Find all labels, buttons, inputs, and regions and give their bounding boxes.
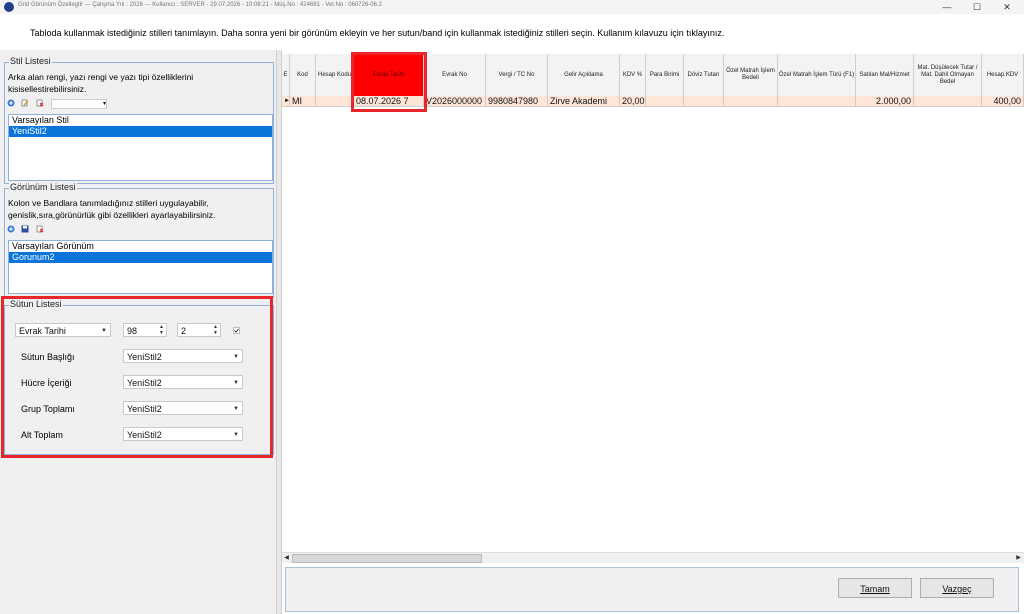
col-header-kod[interactable]: Kod bbox=[290, 54, 316, 96]
cell-doviz-tutari[interactable] bbox=[684, 96, 724, 106]
delete-view-icon[interactable] bbox=[36, 225, 44, 233]
view-item-gorunum2[interactable]: Gorunum2 bbox=[9, 252, 272, 263]
view-listbox[interactable]: Varsayılan Görünüm Gorunum2 bbox=[8, 240, 273, 294]
close-button[interactable]: ✕ bbox=[992, 0, 1022, 14]
col-header-kdv[interactable]: KDV % bbox=[620, 54, 646, 96]
button-panel: Tamam Vazgeç bbox=[285, 567, 1019, 612]
app-icon bbox=[4, 2, 14, 12]
left-pane: Stil Listesi Arka alan rengi, yazı rengi… bbox=[0, 50, 276, 614]
col-header-ozel-matrah-turu[interactable]: Özel Matrah İşlem Türü (F1) bbox=[778, 54, 856, 96]
style-item-yenistil2[interactable]: YeniStil2 bbox=[9, 126, 272, 137]
col-header-doviz-tutari[interactable]: Döviz Tutarı bbox=[684, 54, 724, 96]
scroll-right-icon[interactable]: ▶ bbox=[1014, 553, 1023, 563]
col-header-ozel-matrah-bedeli[interactable]: Özel Matrah İşlem Bedeli bbox=[724, 54, 778, 96]
view-list-group: Görünüm Listesi Kolon ve Bandlara tanıml… bbox=[4, 182, 274, 298]
data-grid: E Kod Hesap Kodu Evrak Tarihi Evrak No V… bbox=[282, 50, 1024, 564]
ok-button[interactable]: Tamam bbox=[838, 578, 912, 598]
col-header-hesap-kdv[interactable]: Hesap.KDV bbox=[982, 54, 1024, 96]
cell-hesap-kdv[interactable]: 400,00 bbox=[982, 96, 1024, 106]
col-header-vergi-tc-no[interactable]: Vergi / TC No bbox=[486, 54, 548, 96]
view-item-default[interactable]: Varsayılan Görünüm bbox=[9, 241, 272, 252]
col-header-satilan-mal[interactable]: Satılan Mal/Hizmet bbox=[856, 54, 914, 96]
cell-satilan-mal[interactable]: 2.000,00 bbox=[856, 96, 914, 106]
cell-hesap-kodu[interactable] bbox=[316, 96, 354, 106]
style-toolbar: ▾ bbox=[7, 99, 107, 109]
col-header-para-birimi[interactable]: Para Birimi bbox=[646, 54, 684, 96]
style-mini-combo[interactable]: ▾ bbox=[51, 99, 107, 109]
cell-kdv[interactable]: 20,00 bbox=[620, 96, 646, 106]
cell-mat-dusulecek[interactable] bbox=[914, 96, 982, 106]
col-header-e[interactable]: E bbox=[282, 54, 290, 96]
row-pointer-icon: ► bbox=[284, 96, 290, 106]
cancel-button[interactable]: Vazgeç bbox=[920, 578, 994, 598]
col-header-mat-dusulecek[interactable]: Mat. Düşülecek Tutar / Mat. Dahil Olmaya… bbox=[914, 54, 982, 96]
window-title: Grid Görünüm Özellegtir --- Çalışma Yılı… bbox=[18, 2, 382, 8]
cell-ozel-matrah-turu[interactable] bbox=[778, 96, 856, 106]
minimize-button[interactable]: — bbox=[932, 0, 962, 14]
cell-kod[interactable]: MI bbox=[290, 96, 316, 106]
col-header-gelir-aciklama[interactable]: Gelir Açıklama bbox=[548, 54, 620, 96]
maximize-button[interactable]: ☐ bbox=[962, 0, 992, 14]
delete-style-icon[interactable] bbox=[36, 99, 44, 107]
col-header-hesap-kodu[interactable]: Hesap Kodu bbox=[316, 54, 354, 96]
cell-gelir-aciklama[interactable]: Zirve Akademi bbox=[548, 96, 620, 106]
style-list-title: Stil Listesi bbox=[9, 56, 52, 66]
instruction-link[interactable]: Tabloda kullanmak istediğiniz stilleri t… bbox=[30, 28, 724, 38]
scroll-left-icon[interactable]: ◀ bbox=[282, 553, 291, 563]
view-toolbar bbox=[7, 225, 46, 235]
cell-ozel-matrah-bedeli[interactable] bbox=[724, 96, 778, 106]
evrak-tarihi-highlight bbox=[351, 52, 427, 112]
column-list-highlight bbox=[1, 296, 273, 458]
save-view-icon[interactable] bbox=[21, 225, 29, 233]
cell-vergi-tc-no[interactable]: 9980847980 bbox=[486, 96, 548, 106]
cell-evrak-no[interactable]: V2026000000 bbox=[424, 96, 486, 106]
style-listbox[interactable]: Varsayılan Stil YeniStil2 bbox=[8, 114, 273, 181]
add-style-icon[interactable] bbox=[7, 99, 15, 107]
scroll-thumb[interactable] bbox=[292, 554, 482, 563]
style-list-group: Stil Listesi Arka alan rengi, yazı rengi… bbox=[4, 56, 274, 184]
style-list-description: Arka alan rengi, yazı rengi ve yazı tipi… bbox=[8, 72, 194, 94]
add-view-icon[interactable] bbox=[7, 225, 15, 233]
horizontal-scrollbar[interactable]: ◀ ▶ bbox=[282, 552, 1024, 563]
title-bar: Grid Görünüm Özellegtir --- Çalışma Yılı… bbox=[0, 0, 1024, 14]
col-header-evrak-no[interactable]: Evrak No bbox=[424, 54, 486, 96]
style-item-default[interactable]: Varsayılan Stil bbox=[9, 115, 272, 126]
cell-para-birimi[interactable] bbox=[646, 96, 684, 106]
view-list-title: Görünüm Listesi bbox=[9, 182, 77, 192]
edit-style-icon[interactable] bbox=[21, 99, 29, 107]
view-list-description: Kolon ve Bandlara tanımladığınız stiller… bbox=[8, 198, 216, 220]
